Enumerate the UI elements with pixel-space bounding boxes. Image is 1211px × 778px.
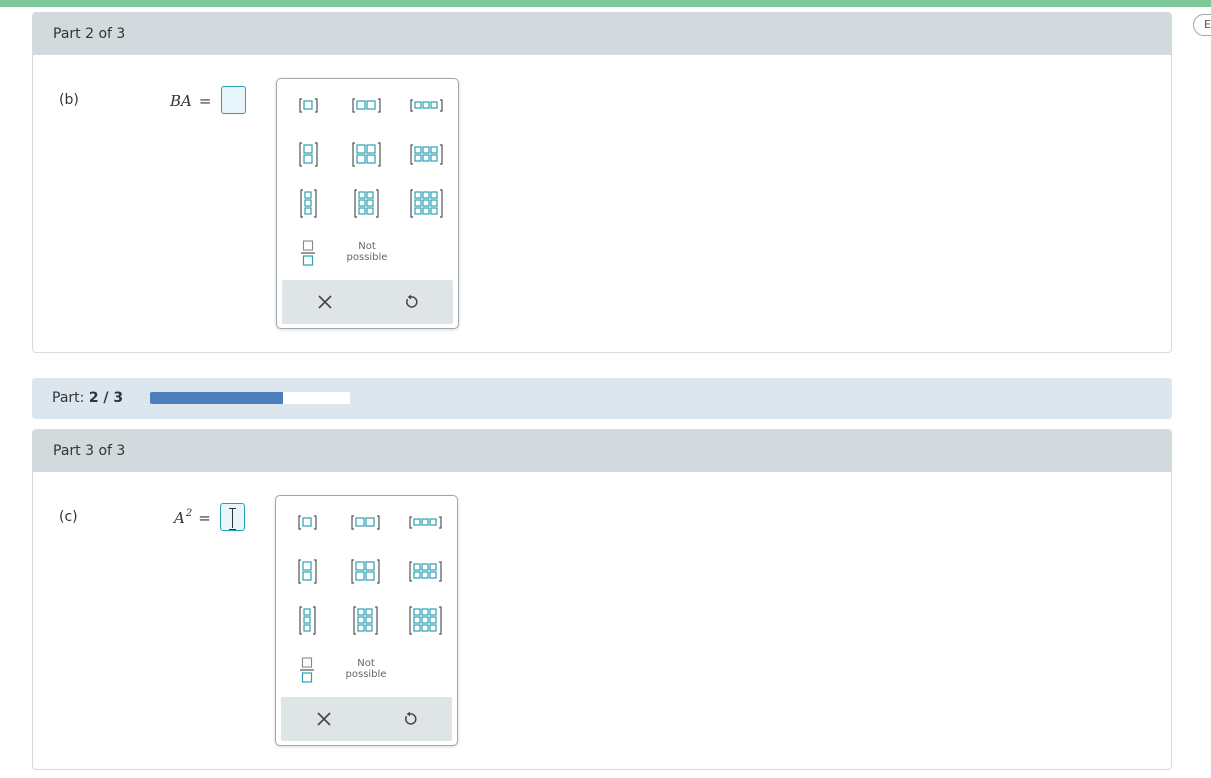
progress-fill xyxy=(150,392,284,404)
undo-icon xyxy=(405,294,418,308)
progress-track xyxy=(150,392,350,404)
matrix-2x3-button[interactable] xyxy=(402,136,450,172)
matrix-3x2-icon xyxy=(352,605,378,635)
part-b-answer-input[interactable] xyxy=(221,86,246,114)
not-possible-button[interactable]: Not possible xyxy=(336,658,396,680)
matrix-2x2-button[interactable] xyxy=(341,553,389,589)
matrix-3x3-button[interactable] xyxy=(401,602,449,638)
fraction-button[interactable] xyxy=(290,652,324,688)
part-c-answer-input[interactable] xyxy=(220,503,245,531)
matrix-3x2-button[interactable] xyxy=(341,602,389,638)
close-icon xyxy=(317,295,332,309)
matrix-3x3-button[interactable] xyxy=(402,185,450,221)
part-c-matrix-palette: Not possible xyxy=(275,495,458,746)
matrix-3x1-icon xyxy=(299,188,317,218)
matrix-1x1-icon xyxy=(298,97,318,113)
matrix-2x1-icon xyxy=(298,141,318,167)
part-c-expression: A2 = xyxy=(174,508,211,527)
matrix-1x3-icon xyxy=(409,98,443,112)
matrix-2x3-icon xyxy=(409,143,443,165)
part-b-matrix-palette: Not possible xyxy=(276,78,459,329)
matrix-2x3-button[interactable] xyxy=(401,553,449,589)
progress-bar: Part: 2 / 3 xyxy=(32,378,1172,419)
side-button[interactable]: Es xyxy=(1193,14,1211,36)
matrix-1x3-button[interactable] xyxy=(402,87,450,123)
text-cursor-icon xyxy=(229,508,237,530)
matrix-3x3-icon xyxy=(409,188,443,218)
clear-button[interactable] xyxy=(282,280,367,324)
part-b-expression: BA = xyxy=(170,91,211,110)
part-c-header: Part 3 of 3 xyxy=(33,430,1171,472)
matrix-3x1-icon xyxy=(298,605,316,635)
matrix-2x1-button[interactable] xyxy=(284,136,332,172)
part-c-card: Part 3 of 3 (c) A2 = Not possible xyxy=(32,429,1172,770)
undo-icon xyxy=(404,711,417,725)
matrix-1x3-button[interactable] xyxy=(401,504,449,540)
part-b-card: Part 2 of 3 (b) BA = Not possible xyxy=(32,12,1172,353)
not-possible-line1: Not xyxy=(358,241,376,252)
matrix-1x2-button[interactable] xyxy=(341,504,389,540)
fraction-icon xyxy=(301,240,315,266)
matrix-3x2-icon xyxy=(353,188,379,218)
undo-button[interactable] xyxy=(368,280,453,324)
not-possible-button[interactable]: Not possible xyxy=(337,241,397,263)
matrix-2x1-icon xyxy=(297,558,317,584)
palette-footer xyxy=(281,697,452,741)
matrix-1x1-icon xyxy=(297,514,317,530)
top-accent-strip xyxy=(0,0,1211,7)
part-c-expr-sup: 2 xyxy=(185,508,193,519)
matrix-1x2-icon xyxy=(351,97,381,113)
part-c-equals: = xyxy=(198,509,211,527)
not-possible-line1: Not xyxy=(357,658,375,669)
progress-value: 2 / 3 xyxy=(88,390,124,406)
matrix-1x3-icon xyxy=(408,515,442,529)
matrix-2x2-icon xyxy=(350,558,380,584)
matrix-2x2-button[interactable] xyxy=(342,136,390,172)
part-b-label: (b) xyxy=(59,92,79,108)
matrix-1x2-icon xyxy=(350,514,380,530)
close-icon xyxy=(316,712,331,726)
part-b-header: Part 2 of 3 xyxy=(33,13,1171,55)
clear-button[interactable] xyxy=(281,697,366,741)
part-c-expr-main: A xyxy=(174,509,185,527)
not-possible-line2: possible xyxy=(345,669,387,680)
undo-button[interactable] xyxy=(367,697,452,741)
part-c-label: (c) xyxy=(59,509,78,525)
palette-footer xyxy=(282,280,453,324)
matrix-2x3-icon xyxy=(408,560,442,582)
matrix-3x1-button[interactable] xyxy=(284,185,332,221)
matrix-3x2-button[interactable] xyxy=(342,185,390,221)
matrix-2x1-button[interactable] xyxy=(283,553,331,589)
matrix-3x1-button[interactable] xyxy=(283,602,331,638)
matrix-2x2-icon xyxy=(351,141,381,167)
matrix-3x3-icon xyxy=(408,605,442,635)
fraction-icon xyxy=(300,657,314,683)
not-possible-line2: possible xyxy=(346,252,388,263)
matrix-1x2-button[interactable] xyxy=(342,87,390,123)
matrix-1x1-button[interactable] xyxy=(284,87,332,123)
part-b-equals: = xyxy=(198,92,212,110)
progress-prefix: Part: xyxy=(52,390,85,406)
fraction-button[interactable] xyxy=(291,235,325,271)
matrix-1x1-button[interactable] xyxy=(283,504,331,540)
progress-label: Part: 2 / 3 xyxy=(52,390,123,406)
part-b-expr-main: BA xyxy=(170,92,192,110)
